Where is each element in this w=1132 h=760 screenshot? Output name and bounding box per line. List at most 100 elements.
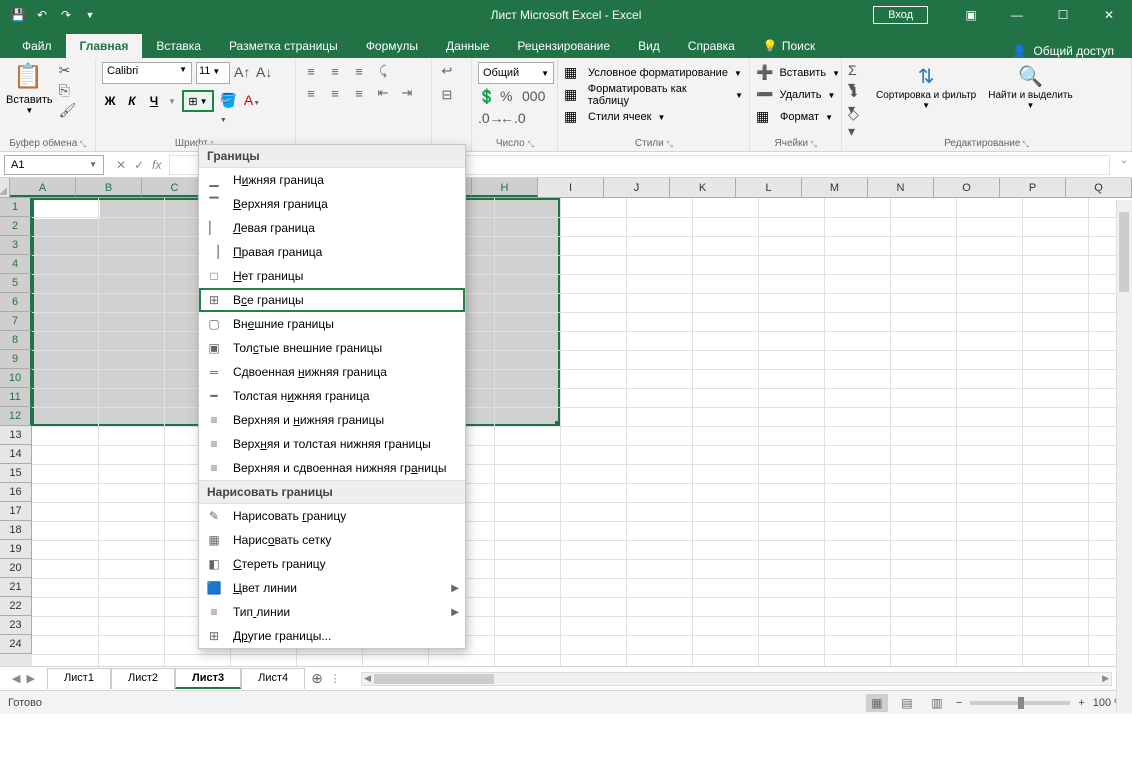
menu-item-правая-граница[interactable]: ▕Правая граница bbox=[199, 240, 465, 264]
sheet-tab[interactable]: Лист3 bbox=[175, 668, 241, 689]
zoom-out-button[interactable]: − bbox=[956, 697, 962, 709]
underline-button[interactable]: Ч bbox=[146, 94, 162, 108]
column-header[interactable]: A bbox=[10, 178, 76, 197]
column-header[interactable]: I bbox=[538, 178, 604, 197]
comma-icon[interactable]: 000 bbox=[522, 88, 540, 106]
align-right-icon[interactable]: ≡ bbox=[350, 84, 368, 102]
column-header[interactable]: P bbox=[1000, 178, 1066, 197]
menu-item-цвет-линии[interactable]: 🟦Цвет линии▶ bbox=[199, 576, 465, 600]
align-top-icon[interactable]: ≡ bbox=[302, 62, 320, 80]
menu-item-тип-линии[interactable]: ≡Тип линии▶ bbox=[199, 600, 465, 624]
menu-item-верхняя-и-сдвоенная-нижняя-границы[interactable]: ≡Верхняя и сдвоенная нижняя границы bbox=[199, 456, 465, 480]
column-header[interactable]: H bbox=[472, 178, 538, 197]
row-header[interactable]: 23 bbox=[0, 616, 32, 635]
clear-icon[interactable]: ◇ ▾ bbox=[848, 106, 866, 124]
zoom-in-button[interactable]: + bbox=[1078, 697, 1084, 709]
share-button[interactable]: Общий доступ bbox=[1033, 44, 1114, 58]
align-left-icon[interactable]: ≡ bbox=[302, 84, 320, 102]
orientation-icon[interactable]: ⤹ bbox=[374, 62, 392, 80]
close-icon[interactable]: ✕ bbox=[1086, 0, 1132, 30]
bold-button[interactable]: Ж bbox=[102, 94, 118, 108]
row-header[interactable]: 17 bbox=[0, 502, 32, 521]
align-center-icon[interactable]: ≡ bbox=[326, 84, 344, 102]
row-header[interactable]: 12 bbox=[0, 407, 32, 426]
row-header[interactable]: 24 bbox=[0, 635, 32, 654]
menu-item-левая-граница[interactable]: ▏Левая граница bbox=[199, 216, 465, 240]
italic-button[interactable]: К bbox=[124, 94, 140, 108]
horizontal-scrollbar[interactable]: ◀ ▶ bbox=[361, 672, 1112, 686]
scrollbar-thumb[interactable] bbox=[374, 674, 494, 684]
row-header[interactable]: 8 bbox=[0, 331, 32, 350]
select-all-button[interactable] bbox=[0, 178, 10, 197]
tab-file[interactable]: Файл bbox=[8, 34, 66, 58]
tab-help[interactable]: Справка bbox=[674, 34, 749, 58]
format-cells-button[interactable]: ▦Формат▼ bbox=[756, 106, 835, 128]
align-bottom-icon[interactable]: ≡ bbox=[350, 62, 368, 80]
column-header[interactable]: M bbox=[802, 178, 868, 197]
sort-filter-button[interactable]: ⇅ Сортировка и фильтр▼ bbox=[876, 62, 976, 124]
menu-item-нижняя-граница[interactable]: ▁Нижняя граница bbox=[199, 168, 465, 192]
row-header[interactable]: 4 bbox=[0, 255, 32, 274]
increase-decimal-icon[interactable]: .0→ bbox=[478, 110, 496, 128]
menu-item-сдвоенная-нижняя-граница[interactable]: ═Сдвоенная нижняя граница bbox=[199, 360, 465, 384]
cut-icon[interactable]: ✂ bbox=[59, 62, 77, 80]
menu-item-нарисовать-сетку[interactable]: ▦Нарисовать сетку bbox=[199, 528, 465, 552]
formula-bar-expand-icon[interactable]: ⌄ bbox=[1116, 155, 1132, 175]
column-header[interactable]: O bbox=[934, 178, 1000, 197]
column-header[interactable]: B bbox=[76, 178, 142, 197]
menu-item-толстые-внешние-границы[interactable]: ▣Толстые внешние границы bbox=[199, 336, 465, 360]
row-header[interactable]: 7 bbox=[0, 312, 32, 331]
decrease-decimal-icon[interactable]: ←.0 bbox=[500, 110, 518, 128]
row-header[interactable]: 9 bbox=[0, 350, 32, 369]
page-layout-view-icon[interactable]: ▤ bbox=[896, 694, 918, 712]
fill-color-icon[interactable]: 🪣▼ bbox=[220, 92, 238, 110]
menu-item-нарисовать-границу[interactable]: ✎Нарисовать границу bbox=[199, 504, 465, 528]
redo-icon[interactable]: ↷ bbox=[58, 7, 74, 23]
undo-icon[interactable]: ↶ bbox=[34, 7, 50, 23]
conditional-formatting-button[interactable]: ▦Условное форматирование▼ bbox=[564, 62, 743, 84]
menu-item-другие-границы[interactable]: ⊞Другие границы... bbox=[199, 624, 465, 648]
enter-formula-icon[interactable]: ✓ bbox=[134, 158, 144, 172]
vertical-scrollbar[interactable] bbox=[1116, 200, 1132, 712]
row-header[interactable]: 11 bbox=[0, 388, 32, 407]
tab-review[interactable]: Рецензирование bbox=[503, 34, 624, 58]
sheet-nav-next-icon[interactable]: ▶ bbox=[26, 672, 34, 685]
minimize-icon[interactable]: — bbox=[994, 0, 1040, 30]
zoom-slider[interactable] bbox=[970, 701, 1070, 705]
tab-insert[interactable]: Вставка bbox=[142, 34, 215, 58]
row-header[interactable]: 14 bbox=[0, 445, 32, 464]
copy-icon[interactable]: ⎘ bbox=[59, 82, 77, 100]
merge-cells-icon[interactable]: ⊟ bbox=[438, 86, 456, 104]
row-header[interactable]: 6 bbox=[0, 293, 32, 312]
fill-icon[interactable]: ⬇ ▾ bbox=[848, 84, 866, 102]
menu-item-стереть-границу[interactable]: ◧Стереть границу bbox=[199, 552, 465, 576]
font-color-icon[interactable]: A▼ bbox=[244, 92, 262, 110]
row-header[interactable]: 21 bbox=[0, 578, 32, 597]
row-header[interactable]: 3 bbox=[0, 236, 32, 255]
cell-styles-button[interactable]: ▦Стили ячеек▼ bbox=[564, 106, 743, 128]
menu-item-внешние-границы[interactable]: ▢Внешние границы bbox=[199, 312, 465, 336]
menu-item-нет-границы[interactable]: □Нет границы bbox=[199, 264, 465, 288]
fx-icon[interactable]: fx bbox=[152, 158, 161, 172]
tab-data[interactable]: Данные bbox=[432, 34, 503, 58]
find-select-button[interactable]: 🔍 Найти и выделить▼ bbox=[988, 62, 1072, 124]
cancel-formula-icon[interactable]: ✕ bbox=[116, 158, 126, 172]
column-header[interactable]: L bbox=[736, 178, 802, 197]
menu-item-все-границы[interactable]: ⊞Все границы bbox=[199, 288, 465, 312]
sheet-nav-prev-icon[interactable]: ◀ bbox=[12, 672, 20, 685]
font-name-combo[interactable]: Calibri▼ bbox=[102, 62, 192, 84]
wrap-text-icon[interactable]: ↩ bbox=[438, 62, 456, 80]
normal-view-icon[interactable]: ▦ bbox=[866, 694, 888, 712]
number-format-combo[interactable]: Общий▼ bbox=[478, 62, 554, 84]
add-sheet-button[interactable]: ⊕ bbox=[305, 670, 329, 687]
signin-button[interactable]: Вход bbox=[873, 6, 928, 24]
row-header[interactable]: 19 bbox=[0, 540, 32, 559]
menu-item-верхняя-граница[interactable]: ▔Верхняя граница bbox=[199, 192, 465, 216]
row-header[interactable]: 10 bbox=[0, 369, 32, 388]
column-header[interactable]: N bbox=[868, 178, 934, 197]
sheet-tab[interactable]: Лист1 bbox=[47, 668, 111, 689]
indent-increase-icon[interactable]: ⇥ bbox=[398, 84, 416, 102]
borders-split-button[interactable]: ⊞ ▼ bbox=[182, 90, 214, 112]
indent-decrease-icon[interactable]: ⇤ bbox=[374, 84, 392, 102]
scrollbar-thumb[interactable] bbox=[1119, 212, 1129, 292]
